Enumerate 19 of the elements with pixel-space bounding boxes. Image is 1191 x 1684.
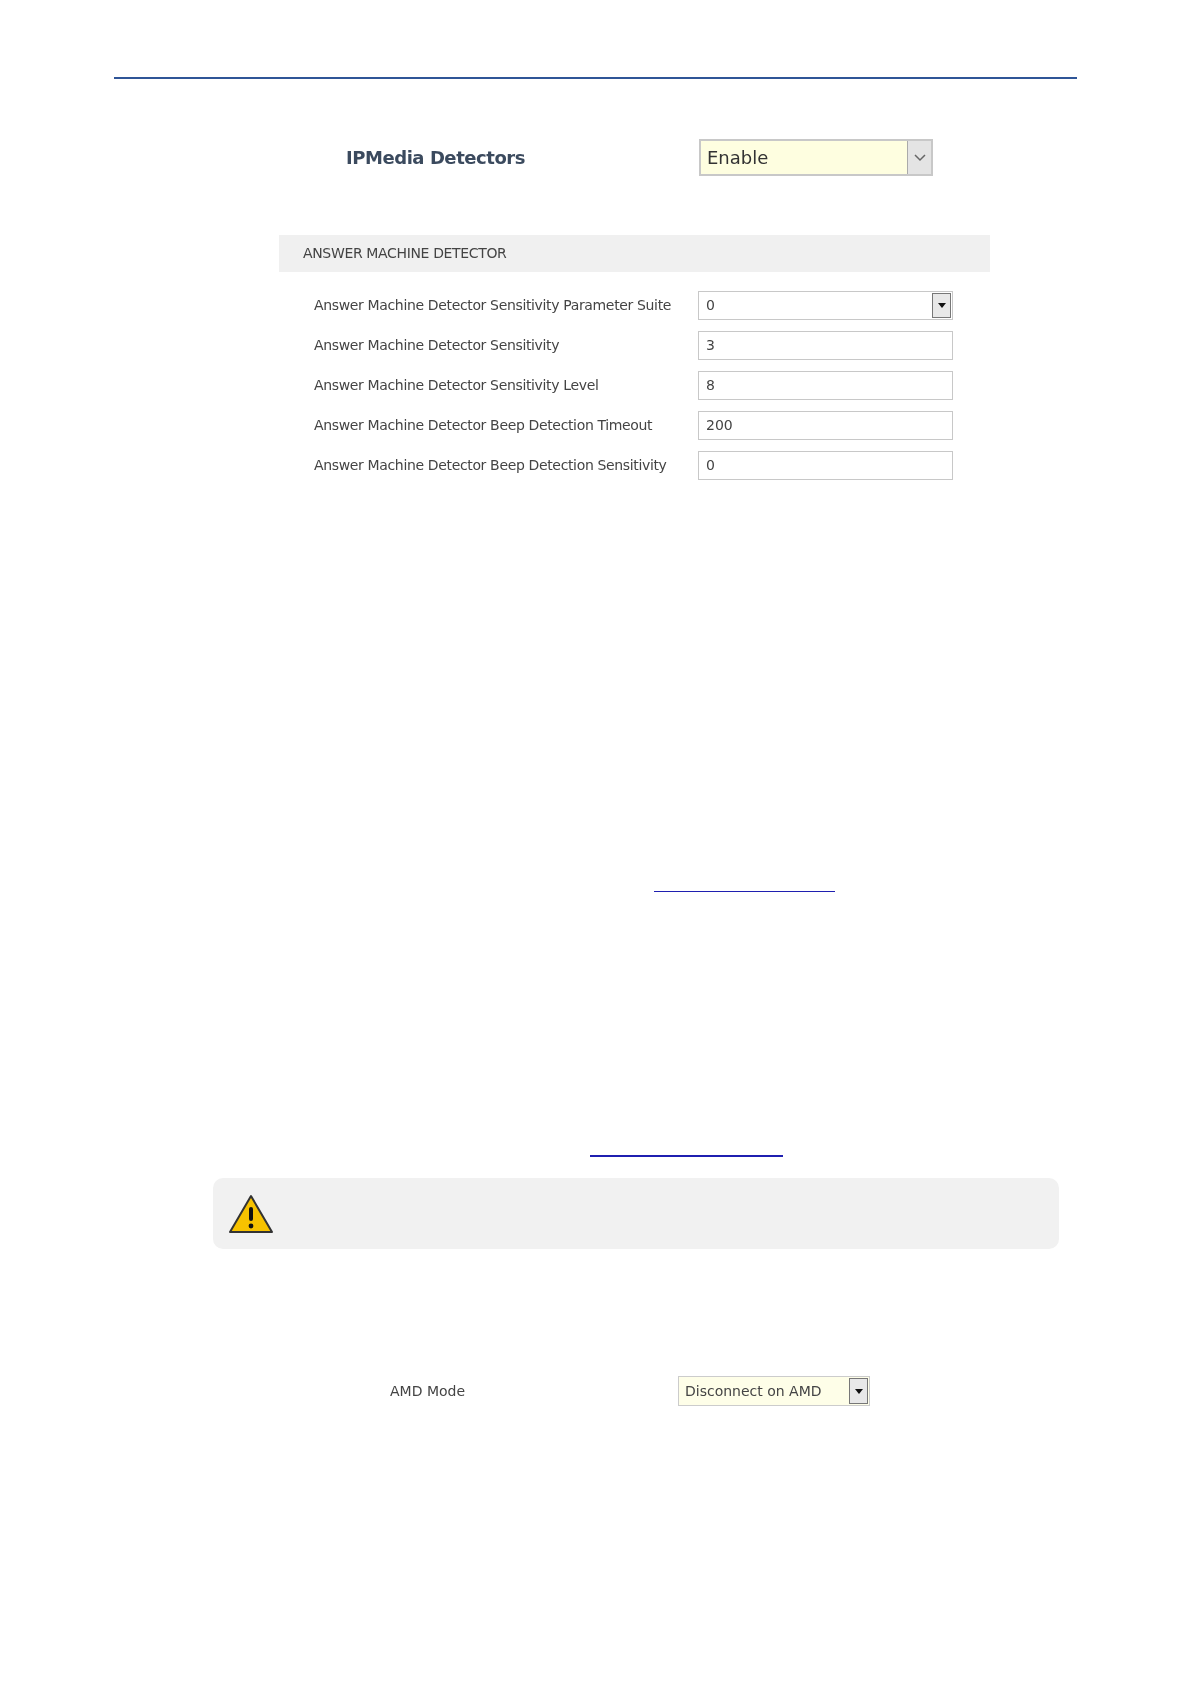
dropdown[interactable]: 0: [698, 291, 953, 320]
input-field[interactable]: 3: [698, 331, 953, 360]
warning-icon: [228, 1193, 274, 1234]
field-label: Answer Machine Detector Sensitivity: [314, 336, 561, 355]
field-label: Answer Machine Detector Sensitivity Parameter Suite: [314, 296, 673, 315]
field-label: Answer Machine Detector Beep Detection Sensitivity: [314, 456, 668, 475]
chevron-icon: [907, 141, 931, 174]
field-label: Answer Machine Detector Beep Detection Timeout: [314, 416, 654, 435]
dropdown[interactable]: Enable: [699, 139, 933, 176]
field-label: AMD Mode: [390, 1381, 467, 1401]
input-field[interactable]: 200: [698, 411, 953, 440]
input-field[interactable]: 0: [698, 451, 953, 480]
field-label: IPMedia Detectors: [346, 146, 527, 170]
field-label: Answer Machine Detector Sensitivity Level: [314, 376, 600, 395]
caret-icon: [932, 293, 951, 318]
caret-icon: [849, 1378, 868, 1404]
input-field[interactable]: 8: [698, 371, 953, 400]
section-title: ANSWER MACHINE DETECTOR: [303, 244, 507, 263]
dropdown[interactable]: Disconnect on AMD: [678, 1376, 870, 1406]
